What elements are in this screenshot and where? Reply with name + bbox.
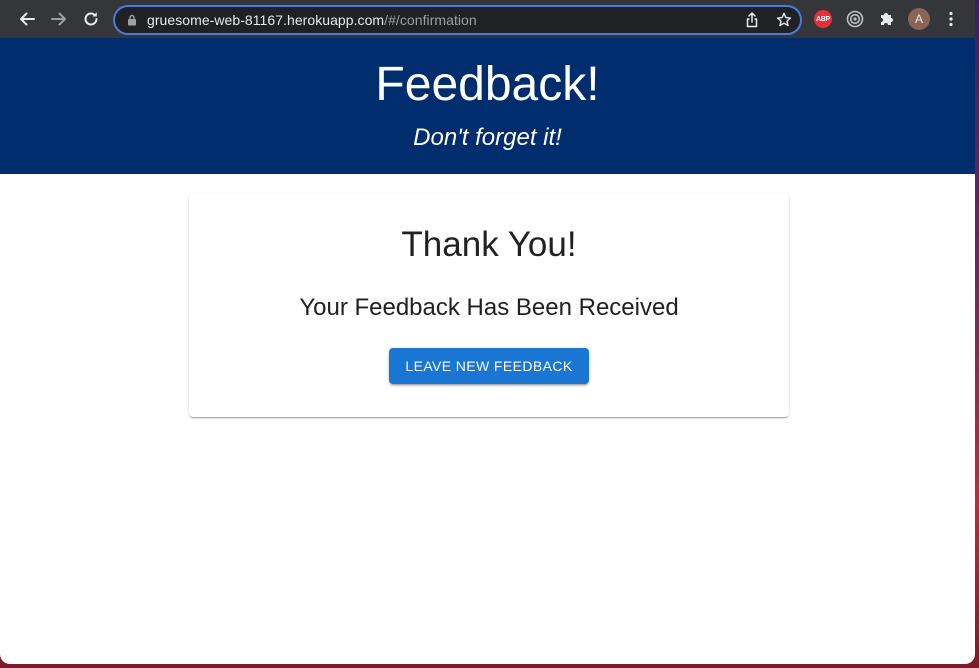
avatar: A [908,8,930,30]
confirmation-card: Thank You! Your Feedback Has Been Receiv… [189,194,789,417]
target-icon [846,10,864,28]
url-path: /#/confirmation [384,12,477,28]
page-subtitle: Don't forget it! [413,124,562,151]
share-icon [746,12,758,28]
browser-window: gruesome-web-81167.herokuapp.com/#/confi… [0,0,975,664]
forward-button[interactable] [47,7,71,31]
star-icon [776,12,792,27]
extensions-button[interactable] [877,9,897,29]
puzzle-icon [881,13,893,25]
lock-icon [128,14,136,26]
reload-button[interactable] [79,7,103,31]
bookmark-star-button[interactable] [775,11,793,29]
thank-you-heading: Thank You! [401,225,577,264]
back-button[interactable] [15,7,39,31]
page-title: Feedback! [375,58,600,111]
browser-menu-button[interactable] [941,9,961,29]
kebab-menu-icon [949,11,953,27]
adblock-icon: ABP [814,10,832,28]
back-arrow-icon [20,12,35,26]
confirmation-message: Your Feedback Has Been Received [299,294,679,321]
reload-icon [84,12,98,26]
profile-button[interactable]: A [907,7,931,31]
page-header: Feedback! Don't forget it! [0,38,975,174]
leave-new-feedback-button[interactable]: Leave New Feedback [389,348,589,384]
share-button[interactable] [743,11,761,29]
url-text: gruesome-web-81167.herokuapp.com/#/confi… [147,12,477,28]
browser-toolbar: gruesome-web-81167.herokuapp.com/#/confi… [0,0,975,38]
url-host: gruesome-web-81167.herokuapp.com [147,12,385,28]
adblock-extension-button[interactable]: ABP [813,9,833,29]
target-extension-button[interactable] [845,9,865,29]
forward-arrow-icon [51,12,66,26]
address-bar[interactable]: gruesome-web-81167.herokuapp.com/#/confi… [113,5,802,35]
